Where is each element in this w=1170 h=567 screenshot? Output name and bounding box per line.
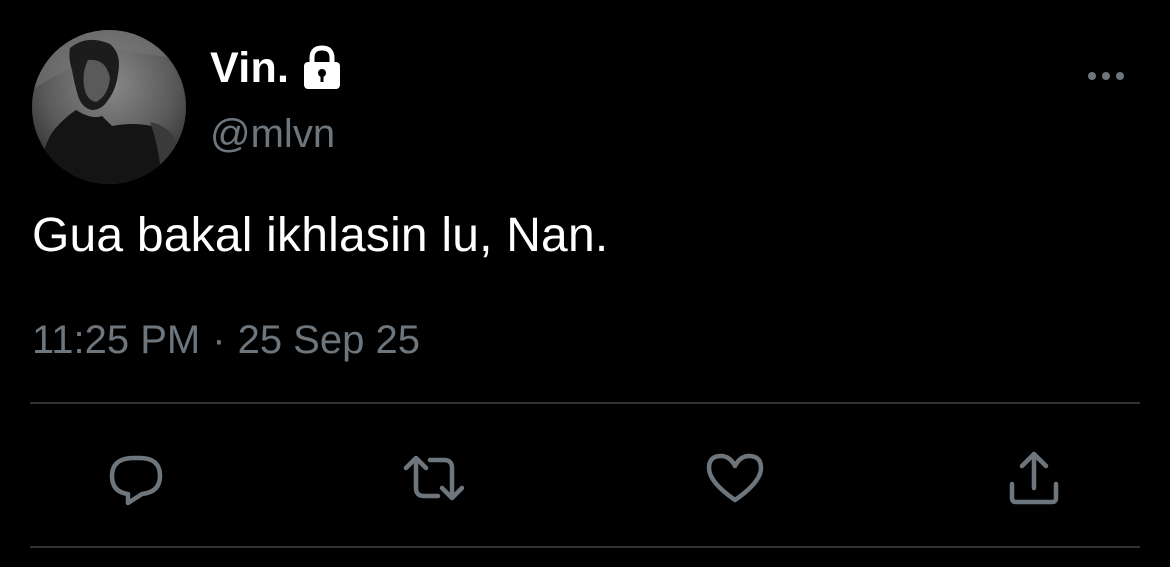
like-button[interactable] bbox=[703, 446, 767, 510]
tweet-text: Gua bakal ikhlasin lu, Nan. bbox=[32, 209, 609, 262]
retweet-button[interactable] bbox=[402, 446, 466, 510]
retweet-icon bbox=[403, 455, 465, 501]
lock-icon bbox=[301, 44, 343, 92]
bottom-divider bbox=[30, 546, 1140, 548]
reply-icon bbox=[109, 455, 163, 506]
tweet-time[interactable]: 11:25 PM bbox=[32, 318, 200, 362]
divider bbox=[30, 402, 1140, 404]
meta-separator: · bbox=[212, 318, 226, 362]
heart-icon bbox=[706, 453, 764, 503]
share-icon bbox=[1009, 451, 1059, 505]
tweet-timestamp[interactable]: 11:25 PM · 25 Sep 25 bbox=[32, 318, 420, 363]
avatar-photo bbox=[32, 30, 186, 184]
reply-button[interactable] bbox=[104, 446, 168, 510]
display-name[interactable]: Vin. bbox=[210, 44, 289, 93]
more-options-icon[interactable] bbox=[1082, 62, 1130, 90]
share-button[interactable] bbox=[1002, 446, 1066, 510]
avatar[interactable] bbox=[32, 30, 186, 184]
tweet-date[interactable]: 25 Sep 25 bbox=[238, 318, 420, 362]
tweet-card: Vin. @mlvn Gua bakal ikhlasin lu, Nan. 1… bbox=[0, 0, 1170, 567]
author-name-row[interactable]: Vin. bbox=[210, 38, 343, 98]
author-handle[interactable]: @mlvn bbox=[210, 112, 335, 157]
